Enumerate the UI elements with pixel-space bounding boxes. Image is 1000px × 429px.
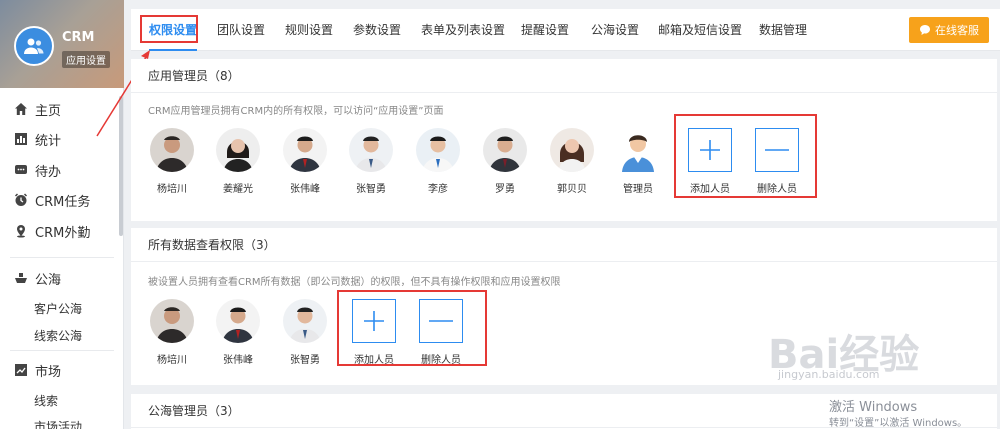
tab-params[interactable]: 参数设置 — [353, 9, 401, 51]
sidebar-item-label: 市场 — [35, 364, 62, 380]
sidebar-scrollbar[interactable] — [119, 96, 123, 236]
home-icon — [13, 101, 29, 117]
person-card[interactable]: 张伟峰 — [275, 128, 335, 195]
avatar — [216, 128, 260, 172]
sidebar-item-public-pool[interactable]: 公海 — [0, 264, 118, 292]
tab-highlight — [140, 15, 198, 43]
sidebar-item-stats[interactable]: 统计 — [0, 125, 118, 153]
person-card[interactable]: 罗勇 — [475, 128, 535, 195]
nav-divider — [10, 257, 114, 258]
chat-bubble-icon — [920, 25, 930, 35]
sidebar-item-crm-task[interactable]: CRM任务 — [0, 186, 118, 214]
clock-icon — [13, 192, 29, 208]
person-card[interactable]: 管理员 — [608, 128, 668, 195]
sidebar: CRM 应用设置 主页 统计 待办 CRM任务 CRM外勤 公海 客户公海 线索… — [0, 0, 124, 429]
sidebar-subitem-lead-pool[interactable]: 线索公海 — [34, 327, 82, 344]
sidebar-item-todo[interactable]: 待办 — [0, 156, 118, 184]
action-highlight — [674, 114, 817, 198]
person-card[interactable]: 杨培川 — [142, 128, 202, 195]
tab-forms-lists[interactable]: 表单及列表设置 — [421, 9, 505, 51]
person-name: 李彦 — [428, 184, 448, 195]
sidebar-item-market[interactable]: 市场 — [0, 356, 118, 384]
sidebar-item-label: 统计 — [35, 133, 62, 149]
app-subtitle: 应用设置 — [62, 51, 110, 68]
panel-title: 应用管理员（8） — [131, 59, 997, 93]
person-name: 张伟峰 — [223, 355, 253, 366]
person-card[interactable]: 姜耀光 — [208, 128, 268, 195]
action-highlight — [337, 290, 487, 366]
person-name: 杨培川 — [157, 184, 187, 195]
online-service-button[interactable]: 在线客服 — [909, 17, 989, 43]
tab-team[interactable]: 团队设置 — [217, 9, 265, 51]
person-name: 郭贝贝 — [557, 184, 587, 195]
online-service-label: 在线客服 — [935, 24, 979, 37]
avatar — [216, 299, 260, 343]
sidebar-item-label: 待办 — [35, 164, 62, 180]
tab-public-pool[interactable]: 公海设置 — [591, 9, 639, 51]
avatar — [150, 299, 194, 343]
trend-chart-icon — [13, 362, 29, 378]
sidebar-item-label: CRM外勤 — [35, 225, 91, 241]
sidebar-subitem-marketing-activity[interactable]: 市场活动 — [34, 418, 82, 429]
windows-activation-title: 激活 Windows — [829, 400, 918, 415]
panel-description: 被设置人员拥有查看CRM所有数据（即公司数据）的权限，但不具有操作权限和应用设置… — [148, 277, 561, 288]
tab-rules[interactable]: 规则设置 — [285, 9, 333, 51]
brand-header: CRM 应用设置 — [0, 0, 124, 88]
settings-tabbar: 权限设置 团队设置 规则设置 参数设置 表单及列表设置 提醒设置 公海设置 邮箱… — [131, 9, 1000, 51]
windows-activation-hint: 转到“设置”以激活 Windows。 — [829, 418, 968, 429]
avatar — [550, 128, 594, 172]
person-name: 张智勇 — [290, 355, 320, 366]
person-card[interactable]: 李彦 — [408, 128, 468, 195]
sidebar-subitem-customer-pool[interactable]: 客户公海 — [34, 300, 82, 317]
avatar — [283, 299, 327, 343]
avatar — [416, 128, 460, 172]
sidebar-item-label: CRM任务 — [35, 194, 91, 210]
person-card[interactable]: 杨培川 — [142, 299, 202, 366]
baidu-watermark-url: jingyan.baidu.com — [778, 368, 880, 381]
app-title: CRM — [62, 30, 95, 45]
person-name: 杨培川 — [157, 355, 187, 366]
person-name: 张伟峰 — [290, 184, 320, 195]
panel-app-admins: 应用管理员（8） CRM应用管理员拥有CRM内的所有权限，可以访问“应用设置”页… — [131, 59, 997, 221]
person-card[interactable]: 郭贝贝 — [542, 128, 602, 195]
person-name: 罗勇 — [495, 184, 515, 195]
avatar — [349, 128, 393, 172]
person-name: 姜耀光 — [223, 184, 253, 195]
panel-description: CRM应用管理员拥有CRM内的所有权限，可以访问“应用设置”页面 — [148, 106, 444, 117]
person-card[interactable]: 张智勇 — [275, 299, 335, 366]
tab-data-management[interactable]: 数据管理 — [759, 9, 807, 51]
nav-divider — [10, 350, 114, 351]
tab-email-sms[interactable]: 邮箱及短信设置 — [658, 9, 742, 51]
sidebar-item-home[interactable]: 主页 — [0, 95, 118, 123]
location-pin-icon — [13, 223, 29, 239]
person-name: 管理员 — [623, 184, 653, 195]
ship-icon — [13, 270, 29, 286]
avatar — [283, 128, 327, 172]
panel-title: 所有数据查看权限（3） — [131, 228, 997, 262]
avatar — [483, 128, 527, 172]
person-card[interactable]: 张伟峰 — [208, 299, 268, 366]
tab-reminders[interactable]: 提醒设置 — [521, 9, 569, 51]
avatar — [150, 128, 194, 172]
chat-icon — [13, 162, 29, 178]
app-logo-icon — [14, 26, 54, 66]
sidebar-item-label: 公海 — [35, 272, 62, 288]
sidebar-subitem-leads[interactable]: 线索 — [34, 392, 58, 409]
avatar — [616, 128, 660, 172]
sidebar-item-label: 主页 — [35, 103, 62, 119]
person-card[interactable]: 张智勇 — [341, 128, 401, 195]
person-name: 张智勇 — [356, 184, 386, 195]
bar-chart-icon — [13, 131, 29, 147]
sidebar-item-crm-field[interactable]: CRM外勤 — [0, 217, 118, 245]
